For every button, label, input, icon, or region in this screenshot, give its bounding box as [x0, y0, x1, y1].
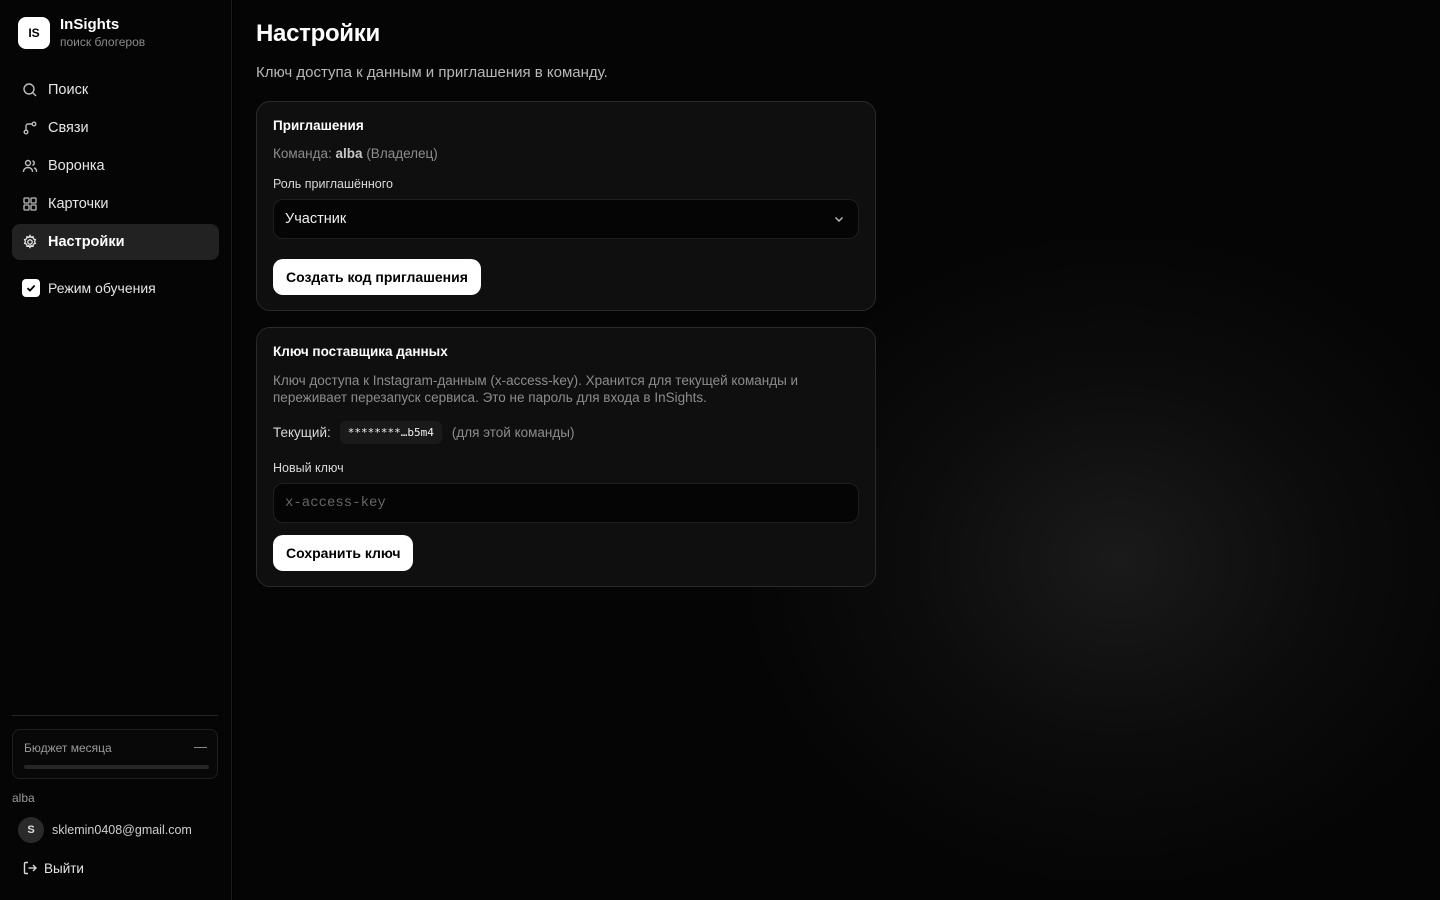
training-mode-label: Режим обучения — [48, 280, 156, 296]
app-tagline: поиск блогеров — [60, 35, 146, 49]
team-name: alba — [12, 791, 35, 805]
sidebar-item-label: Воронка — [48, 158, 105, 174]
training-mode-toggle[interactable]: Режим обучения — [22, 279, 156, 297]
budget-widget: Бюджет месяца — — [12, 729, 218, 779]
create-invite-button[interactable]: Создать код приглашения — [273, 259, 481, 295]
sidebar-item-label: Поиск — [48, 82, 89, 98]
check-icon — [26, 284, 36, 292]
app-name: InSights — [60, 16, 120, 33]
role-label: Роль приглашённого — [273, 177, 393, 191]
team-info: Команда: alba (Владелец) — [273, 146, 438, 161]
users-icon — [22, 158, 38, 174]
logout-icon — [23, 861, 37, 875]
connections-icon — [22, 120, 38, 136]
role-select-value: Участник — [285, 211, 347, 227]
sidebar-divider — [12, 715, 218, 716]
budget-label: Бюджет месяца — [24, 741, 112, 755]
logout-button[interactable]: Выйти — [22, 860, 84, 876]
current-key-row: Текущий: ********…b5m4 (для этой команды… — [273, 421, 574, 444]
current-key-label: Текущий: — [273, 425, 331, 440]
invitations-title: Приглашения — [273, 118, 364, 133]
brand[interactable]: IS InSights поиск блогеров — [18, 16, 145, 50]
provider-key-title: Ключ поставщика данных — [273, 344, 448, 359]
page-subtitle: Ключ доступа к данным и приглашения в ко… — [256, 64, 608, 81]
gear-icon — [22, 234, 38, 250]
budget-value: — — [194, 739, 207, 754]
sidebar-item-funnel[interactable]: Воронка — [12, 148, 219, 184]
sidebar: IS InSights поиск блогеров Поиск Связи В… — [0, 0, 232, 900]
sidebar-item-connections[interactable]: Связи — [12, 110, 219, 146]
provider-key-description: Ключ доступа к Instagram-данным (x-acces… — [273, 373, 799, 405]
sidebar-item-search[interactable]: Поиск — [12, 72, 219, 108]
role-select[interactable]: Участник — [273, 199, 859, 239]
search-icon — [22, 82, 38, 98]
save-key-button[interactable]: Сохранить ключ — [273, 535, 414, 571]
page-title: Настройки — [256, 20, 380, 47]
user-email: sklemin0408@gmail.com — [52, 823, 192, 837]
chevron-down-icon — [835, 217, 843, 222]
current-key-value: ********…b5m4 — [339, 421, 442, 444]
user-account[interactable]: S sklemin0408@gmail.com — [18, 817, 192, 843]
app-logo: IS — [18, 17, 50, 49]
sidebar-item-settings[interactable]: Настройки — [12, 224, 219, 260]
training-mode-checkbox[interactable] — [22, 279, 40, 297]
sidebar-item-label: Настройки — [48, 234, 125, 250]
team-prefix: Команда: — [273, 146, 332, 161]
new-key-input[interactable] — [273, 483, 859, 523]
team-role: (Владелец) — [366, 146, 438, 161]
avatar: S — [18, 817, 44, 843]
new-key-label: Новый ключ — [273, 461, 344, 475]
provider-key-card: Ключ поставщика данных Ключ доступа к In… — [256, 327, 876, 587]
invitations-card: Приглашения Команда: alba (Владелец) Рол… — [256, 101, 876, 311]
current-key-note: (для этой команды) — [451, 425, 575, 440]
team-name-bold: alba — [335, 146, 363, 161]
sidebar-item-cards[interactable]: Карточки — [12, 186, 219, 222]
main-content: Настройки Ключ доступа к данным и пригла… — [233, 0, 1440, 900]
sidebar-item-label: Карточки — [48, 196, 109, 212]
sidebar-nav: Поиск Связи Воронка Карточки Настройки — [12, 72, 219, 262]
budget-progress-bar — [24, 765, 209, 769]
grid-icon — [22, 196, 38, 212]
logout-label: Выйти — [44, 860, 84, 876]
sidebar-item-label: Связи — [48, 120, 89, 136]
